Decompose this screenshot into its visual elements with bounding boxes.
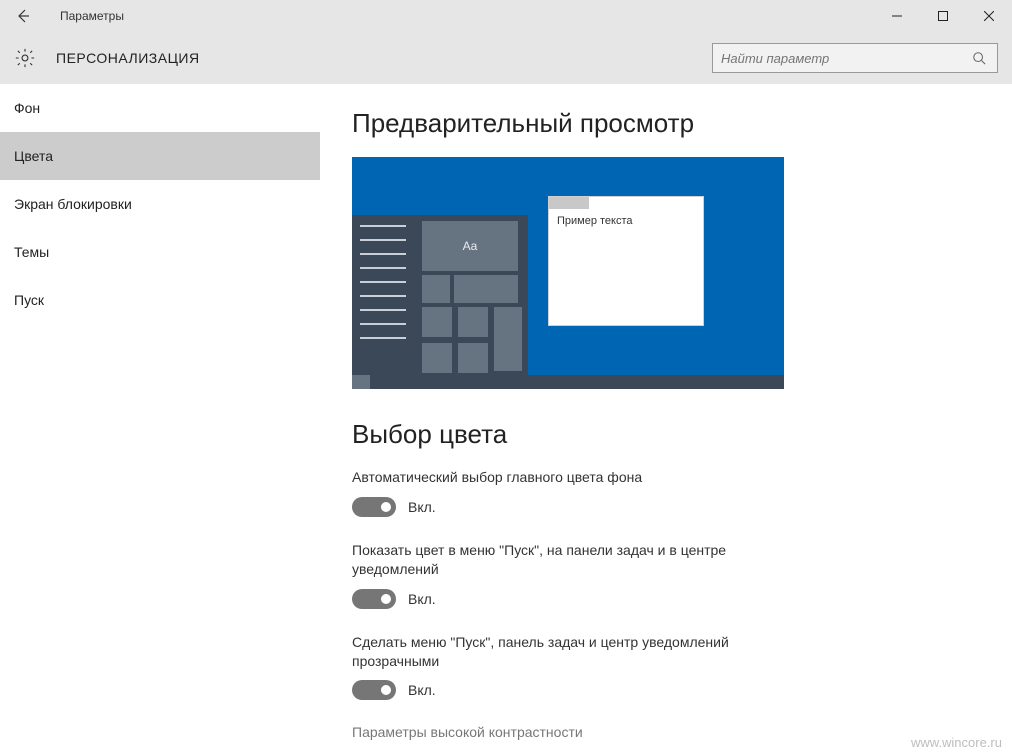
gear-icon — [10, 43, 40, 73]
sidebar-item-label: Экран блокировки — [14, 196, 132, 212]
sidebar-item-start[interactable]: Пуск — [0, 276, 320, 324]
titlebar: Параметры — [0, 0, 1012, 32]
category-header: ПЕРСОНАЛИЗАЦИЯ — [0, 32, 1012, 84]
maximize-button[interactable] — [920, 0, 966, 32]
sidebar: Фон Цвета Экран блокировки Темы Пуск — [0, 84, 320, 756]
preview-heading: Предварительный просмотр — [352, 108, 1012, 139]
toggle-auto-color[interactable] — [352, 497, 396, 517]
sidebar-item-colors[interactable]: Цвета — [0, 132, 320, 180]
toggle-label-transparency: Сделать меню "Пуск", панель задач и цент… — [352, 633, 772, 671]
sidebar-item-background[interactable]: Фон — [0, 84, 320, 132]
watermark: www.wincore.ru — [911, 735, 1002, 750]
back-button[interactable] — [0, 0, 46, 32]
sidebar-item-label: Темы — [14, 244, 49, 260]
content-pane: Предварительный просмотр Aa — [320, 84, 1012, 756]
category-title: ПЕРСОНАЛИЗАЦИЯ — [56, 50, 200, 66]
toggle-state: Вкл. — [408, 591, 436, 607]
sidebar-item-label: Фон — [14, 100, 40, 116]
color-heading: Выбор цвета — [352, 419, 1012, 450]
search-box[interactable] — [712, 43, 998, 73]
sidebar-item-lockscreen[interactable]: Экран блокировки — [0, 180, 320, 228]
sidebar-item-label: Цвета — [14, 148, 53, 164]
toggle-label-show-color: Показать цвет в меню "Пуск", на панели з… — [352, 541, 772, 579]
preview-sample-text: Пример текста — [549, 209, 703, 233]
preview-pane: Aa Пример текста — [352, 157, 784, 389]
sidebar-item-label: Пуск — [14, 292, 44, 308]
toggle-state: Вкл. — [408, 682, 436, 698]
toggle-state: Вкл. — [408, 499, 436, 515]
toggle-label-auto-color: Автоматический выбор главного цвета фона — [352, 468, 772, 487]
preview-tile-text: Aa — [422, 221, 518, 271]
toggle-transparency[interactable] — [352, 680, 396, 700]
preview-sample-window: Пример текста — [548, 196, 704, 326]
close-button[interactable] — [966, 0, 1012, 32]
sidebar-item-themes[interactable]: Темы — [0, 228, 320, 276]
toggle-show-color[interactable] — [352, 589, 396, 609]
preview-start-menu: Aa — [352, 215, 528, 375]
search-input[interactable] — [721, 51, 969, 66]
window-title: Параметры — [60, 9, 124, 23]
search-icon — [969, 51, 989, 65]
minimize-button[interactable] — [874, 0, 920, 32]
preview-taskbar — [352, 375, 784, 389]
